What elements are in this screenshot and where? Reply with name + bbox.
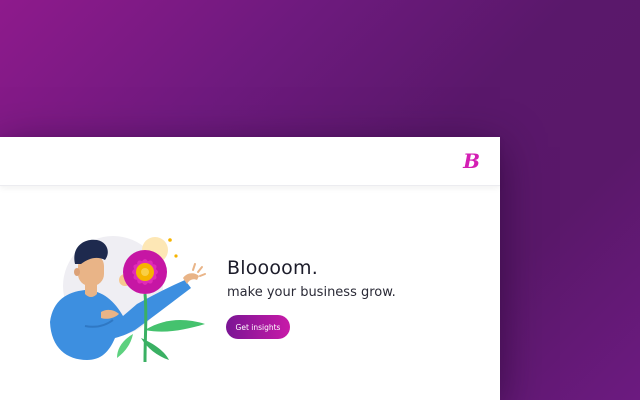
get-insights-button[interactable]: Get insights — [226, 315, 290, 339]
top-navigation-bar: B — [0, 137, 500, 186]
hero-subtitle: make your business grow. — [227, 285, 396, 300]
person-with-flower-illustration — [50, 236, 206, 363]
brand-logo-icon[interactable]: B — [463, 151, 480, 171]
hero-title: Bloooom. — [227, 257, 318, 279]
browser-window: B Bloooom. make your business grow. Get … — [0, 137, 500, 400]
